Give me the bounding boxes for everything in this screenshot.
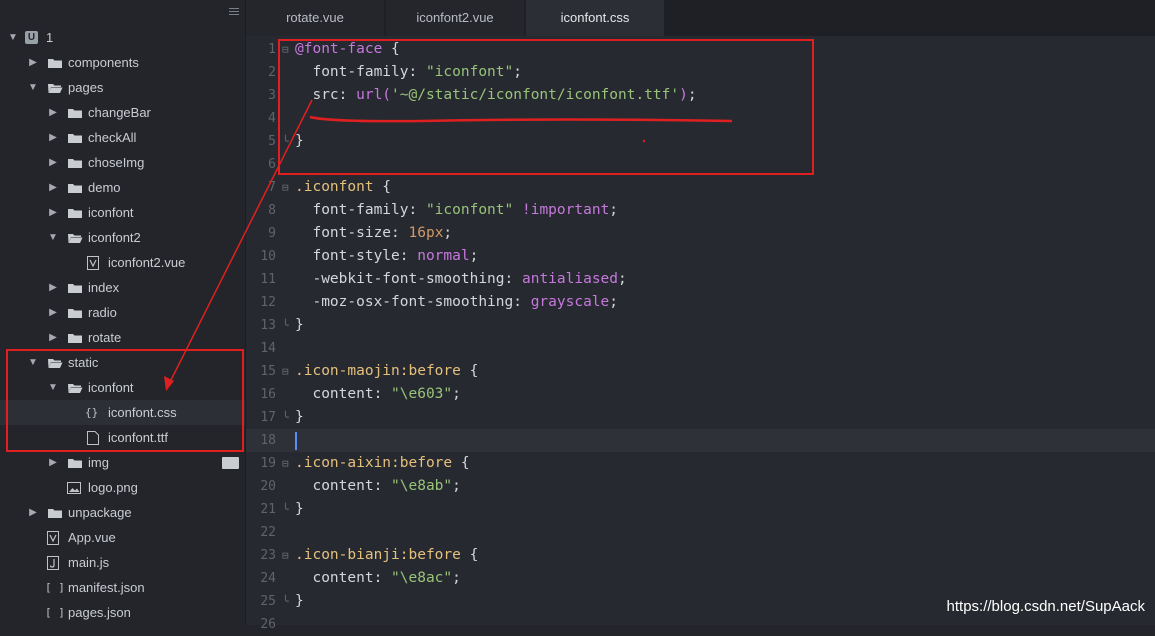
- annotation-overlay: [164, 99, 733, 391]
- annotation-underline: [309, 115, 733, 123]
- annotation-arrow-line: [167, 99, 313, 387]
- annotation-dot: [642, 139, 646, 143]
